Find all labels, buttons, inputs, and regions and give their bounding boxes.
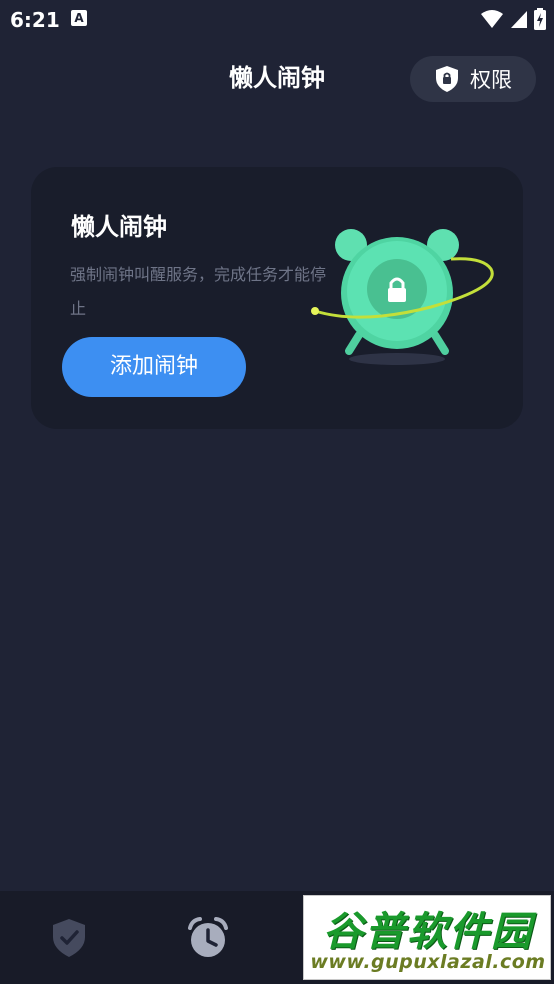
wifi-icon bbox=[481, 10, 503, 28]
status-time: 6:21 bbox=[10, 8, 60, 32]
card-title: 懒人闹钟 bbox=[71, 213, 167, 241]
alarm-card: 懒人闹钟 强制闹钟叫醒服务，完成任务才能停止 添加闹钟 bbox=[31, 167, 523, 429]
watermark-logo: 谷普软件园 www.gupuxlazal.com bbox=[303, 895, 551, 980]
status-icons bbox=[480, 8, 546, 30]
alarm-clock-icon bbox=[188, 917, 228, 957]
permission-button[interactable]: 权限 bbox=[410, 56, 536, 102]
signal-icon bbox=[511, 11, 527, 28]
alarm-clock-lock-icon bbox=[311, 229, 494, 365]
watermark-url: www.gupuxlazal.com bbox=[310, 951, 546, 973]
permission-button-label: 权限 bbox=[470, 68, 512, 92]
nav-item-permissions[interactable] bbox=[44, 913, 94, 963]
battery-charging-icon bbox=[534, 8, 546, 30]
card-description: 强制闹钟叫醒服务，完成任务才能停止 bbox=[70, 265, 327, 318]
status-bar: 6:21 A bbox=[0, 0, 554, 38]
watermark-brand: 谷普软件园 bbox=[323, 909, 533, 955]
shield-check-icon bbox=[53, 919, 85, 957]
add-alarm-button[interactable]: 添加闹钟 bbox=[62, 337, 246, 397]
nav-item-alarms[interactable] bbox=[183, 913, 233, 963]
shield-lock-icon bbox=[436, 66, 458, 92]
notification-a-icon: A bbox=[71, 10, 87, 26]
